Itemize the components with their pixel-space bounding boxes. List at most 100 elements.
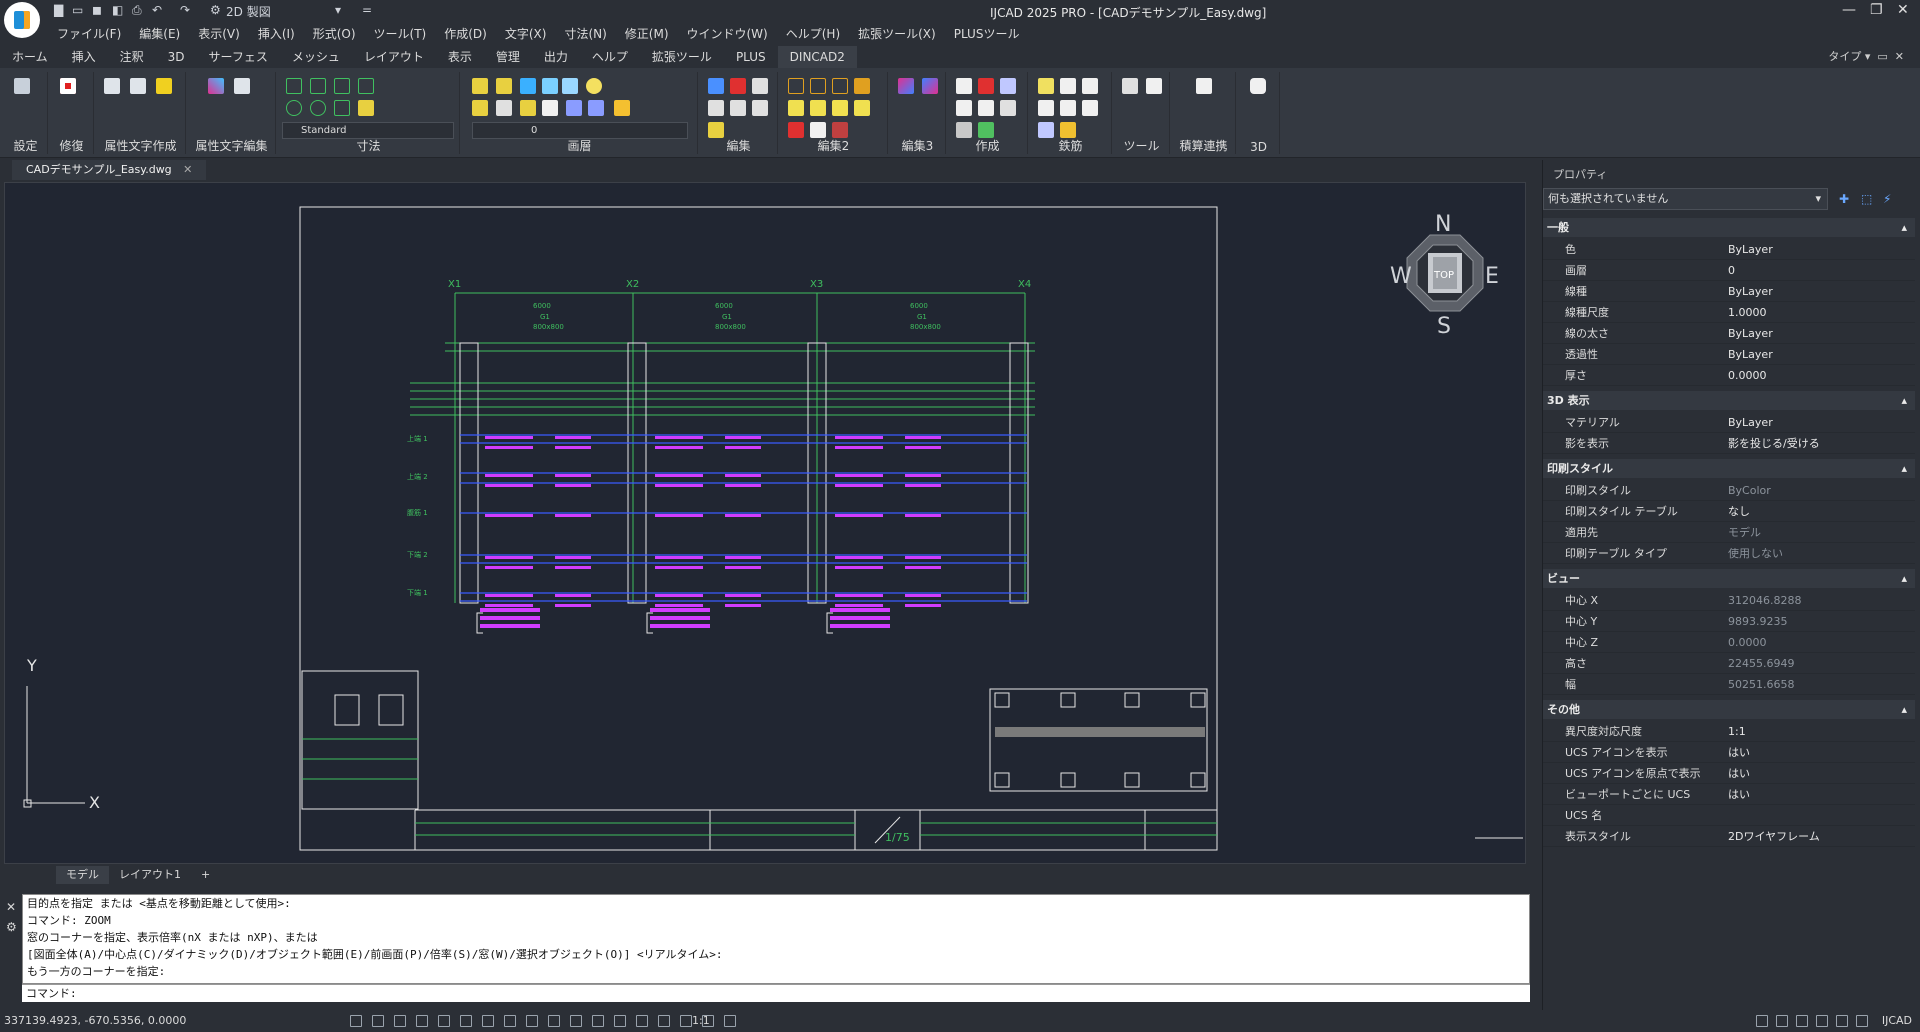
menu-item[interactable]: 文字(X) (496, 24, 556, 44)
type-dropdown[interactable]: タイプ ▾ ▭ ✕ (1828, 48, 1904, 64)
open-file-icon[interactable]: ▭ (72, 3, 83, 17)
property-row[interactable]: 適用先 モデル (1543, 523, 1915, 543)
property-row[interactable]: UCS 名 (1543, 806, 1915, 826)
property-row[interactable]: UCS アイコンを表示 はい (1543, 743, 1915, 763)
menu-item[interactable]: 寸法(N) (555, 24, 615, 44)
ribbon-tab[interactable]: 出力 (532, 46, 580, 68)
drawing-canvas[interactable]: X1 X2 X3 X4 6000 6000 6000 G1 G1 G1 800x… (5, 183, 1527, 865)
fillet-icon[interactable] (788, 78, 804, 94)
repair-icon[interactable] (60, 78, 76, 94)
workspace-icon[interactable] (658, 1015, 670, 1027)
app-logo[interactable] (4, 2, 40, 38)
save-icon[interactable]: ◼ (92, 3, 102, 17)
menu-item[interactable]: ヘルプ(H) (777, 24, 849, 44)
attribute-edit-icon[interactable] (208, 78, 224, 94)
move-icon[interactable] (708, 78, 724, 94)
property-row[interactable]: 線種尺度 1.0000 (1543, 303, 1915, 323)
menu-item[interactable]: ファイル(F) (48, 24, 130, 44)
workspace-icon[interactable]: ⚙ (210, 3, 221, 17)
menu-item[interactable]: 拡張ツール(X) (849, 24, 945, 44)
rebar-tool2-icon[interactable] (1060, 78, 1076, 94)
property-row[interactable]: 厚さ 0.0000 (1543, 366, 1915, 386)
property-row[interactable]: 中心 Z 0.0000 (1543, 633, 1915, 653)
ribbon-tab[interactable]: 管理 (484, 46, 532, 68)
new-file-icon[interactable]: ▇ (54, 3, 63, 17)
chevron-down-icon[interactable]: ▾ (335, 3, 341, 17)
print-icon[interactable]: ⎙ (132, 3, 142, 18)
property-row[interactable]: 印刷スタイル ByColor (1543, 481, 1915, 501)
customize-quick-access-icon[interactable]: = (362, 3, 372, 17)
attribute-create-icon[interactable] (104, 78, 120, 94)
property-row[interactable]: 線種 ByLayer (1543, 282, 1915, 302)
minimize-icon[interactable]: — (1842, 2, 1856, 18)
selection-dropdown[interactable]: 何も選択されていません ▾ (1543, 188, 1828, 210)
drawing-viewport[interactable]: X1 X2 X3 X4 6000 6000 6000 G1 G1 G1 800x… (4, 182, 1526, 864)
ribbon-tab[interactable]: 拡張ツール (640, 46, 724, 68)
dynamic-ucs-icon[interactable] (416, 1015, 428, 1027)
property-row[interactable]: 高さ 22455.6949 (1543, 654, 1915, 674)
ribbon-tab[interactable]: レイアウト (352, 46, 436, 68)
bulb-icon[interactable] (1796, 1015, 1808, 1027)
scale-icon[interactable] (752, 100, 768, 116)
linear-dim-icon[interactable] (286, 78, 302, 94)
ribbon-tab[interactable]: ヘルプ (580, 46, 640, 68)
ribbon-tab[interactable]: メッシュ (280, 46, 352, 68)
attribute-define-icon[interactable] (130, 78, 146, 94)
document-tab[interactable]: CADデモサンプル_Easy.dwg ✕ (12, 160, 207, 180)
settings-icon[interactable]: ⚙ (6, 920, 17, 934)
rebar-tool1-icon[interactable] (1038, 78, 1054, 94)
chevron-up-icon[interactable]: ▴ (1901, 391, 1907, 410)
menu-item[interactable]: 形式(O) (304, 24, 365, 44)
menu-item[interactable]: 作成(D) (435, 24, 496, 44)
osnap-icon[interactable] (482, 1015, 494, 1027)
lineweight-icon[interactable] (526, 1015, 538, 1027)
layer-freeze-icon[interactable] (472, 100, 488, 116)
quick-select-icon[interactable]: ⚡ (1883, 192, 1897, 206)
close-icon[interactable]: ✕ (6, 900, 16, 914)
3d-icon[interactable] (1250, 78, 1266, 94)
rebar-tool4-icon[interactable] (1038, 100, 1054, 116)
ribbon-tab[interactable]: 表示 (436, 46, 484, 68)
layer-properties-icon[interactable] (472, 78, 488, 94)
tab-layout1[interactable]: レイアウト1 (109, 866, 191, 884)
otrack-icon[interactable] (504, 1015, 516, 1027)
ribbon-tab[interactable]: ホーム (0, 46, 60, 68)
restore-icon[interactable]: ❐ (1870, 2, 1883, 18)
property-row[interactable]: 線の太さ ByLayer (1543, 324, 1915, 344)
rebar-tool8-icon[interactable] (1060, 122, 1076, 138)
property-section-header[interactable]: 印刷スタイル ▴ (1543, 459, 1915, 478)
create-tool6-icon[interactable] (1000, 100, 1016, 116)
gizmo-icon[interactable] (592, 1015, 604, 1027)
menu-item[interactable]: 修正(M) (616, 24, 678, 44)
property-row[interactable]: 影を表示 影を投じる/受ける (1543, 434, 1915, 454)
settings-icon[interactable] (14, 78, 30, 94)
ribbon-tab[interactable]: PLUS (724, 46, 778, 68)
property-row[interactable]: 中心 Y 9893.9235 (1543, 612, 1915, 632)
arc-dim-icon[interactable] (358, 78, 374, 94)
layer-walk-icon[interactable] (542, 100, 558, 116)
layer-isolate-icon[interactable] (562, 78, 578, 94)
chevron-up-icon[interactable]: ▴ (1901, 459, 1907, 478)
lengthen-icon[interactable] (832, 100, 848, 116)
menu-item[interactable]: PLUSツール (945, 24, 1029, 44)
extend-icon[interactable] (810, 100, 826, 116)
property-section-header[interactable]: 3D 表示 ▴ (1543, 391, 1915, 410)
save-as-icon[interactable]: ◧ (112, 3, 123, 17)
layer-match-icon[interactable] (520, 78, 536, 94)
edit3-tool1-icon[interactable] (898, 78, 914, 94)
create-tool7-icon[interactable] (978, 122, 994, 138)
ribbon-tab[interactable]: 3D (156, 46, 197, 68)
stretch-icon[interactable] (752, 78, 768, 94)
property-row[interactable]: 異尺度対応尺度 1:1 (1543, 722, 1915, 742)
redo-icon[interactable]: ↷ (180, 3, 190, 17)
property-section-header[interactable]: ビュー ▴ (1543, 569, 1915, 588)
table-icon[interactable] (956, 122, 972, 138)
array-icon[interactable] (810, 122, 826, 138)
property-row[interactable]: マテリアル ByLayer (1543, 413, 1915, 433)
attribute-block-icon[interactable] (156, 78, 172, 94)
aligned-dim-icon[interactable] (310, 78, 326, 94)
selection-cycle-icon[interactable] (570, 1015, 582, 1027)
undo-icon[interactable]: ↶ (152, 3, 162, 17)
mirror-icon[interactable] (730, 100, 746, 116)
layer-delete-icon[interactable] (588, 100, 604, 116)
